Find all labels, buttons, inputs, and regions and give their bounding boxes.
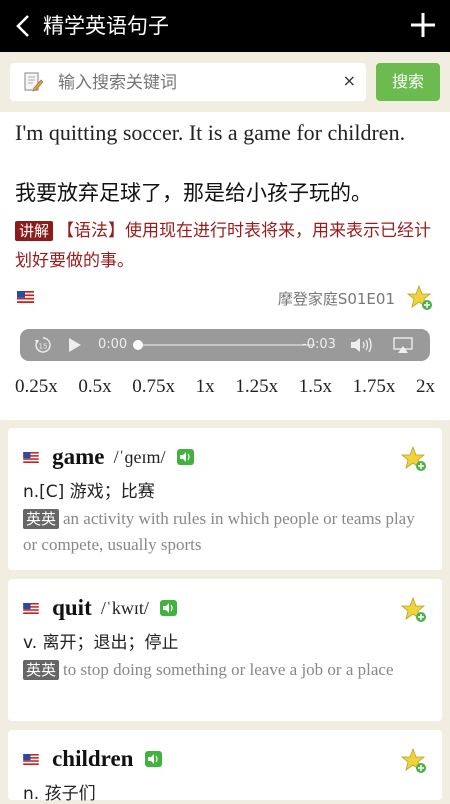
word-header: children (23, 746, 162, 776)
word-text: game (52, 444, 105, 469)
word-card-children[interactable]: children n. 孩子们 (8, 730, 442, 804)
word-header: game /ˈɡeɪm/ (23, 444, 194, 474)
remaining-time: -0:03 (302, 337, 336, 352)
page-title: 精学英语句子 (43, 14, 169, 38)
phonetic: /ˈkwɪt/ (100, 597, 149, 618)
progress-track[interactable] (137, 344, 315, 346)
audio-player: 15 0:00 -0:03 (20, 329, 430, 361)
ee-tag: 英英 (23, 509, 60, 529)
favorite-star-icon[interactable] (400, 596, 428, 624)
volume-icon[interactable] (350, 337, 374, 353)
rewind-15-icon[interactable]: 15 (34, 336, 52, 354)
pronounce-speaker-icon[interactable] (144, 751, 162, 767)
english-sentence: I'm quitting soccer. It is a game for ch… (15, 120, 406, 145)
word-text: children (52, 746, 134, 771)
explain-tag: 讲解 (15, 221, 54, 241)
elapsed-time: 0:00 (98, 337, 128, 352)
search-input[interactable] (56, 63, 330, 103)
speed-option[interactable]: 1.75x (353, 376, 396, 402)
clear-icon[interactable]: × (343, 71, 356, 90)
source-label: 摩登家庭S01E01 (277, 290, 395, 308)
us-flag-icon (23, 602, 39, 614)
search-button[interactable]: 搜索 (376, 63, 440, 101)
grammar-note-text: 【语法】使用现在进行时表将来，用来表示已经计划好要做的事。 (15, 221, 432, 271)
speed-option[interactable]: 2x (416, 376, 435, 402)
favorite-star-icon[interactable] (400, 747, 428, 775)
us-flag-icon (23, 451, 39, 463)
speed-option[interactable]: 0.5x (78, 376, 111, 402)
definition-text: an activity with rules in which people o… (23, 509, 415, 554)
pronounce-speaker-icon[interactable] (176, 449, 194, 465)
part-of-speech: n.[C] 游戏；比赛 (23, 482, 155, 502)
chinese-translation: 我要放弃足球了，那是给小孩子玩的。 (15, 181, 372, 205)
play-icon[interactable] (68, 337, 82, 353)
speed-option[interactable]: 1.5x (299, 376, 332, 402)
part-of-speech: v. 离开；退出；停止 (23, 633, 179, 653)
rewind-15-text: 15 (39, 343, 48, 351)
notepad-icon (24, 72, 44, 92)
favorite-star-icon[interactable] (400, 445, 428, 473)
us-flag-icon (17, 291, 34, 303)
grammar-note: 讲解 【语法】使用现在进行时表将来，用来表示已经计划好要做的事。 (15, 216, 435, 276)
speed-option[interactable]: 1.25x (235, 376, 278, 402)
search-bar: × 搜索 (0, 52, 450, 112)
back-arrow-icon[interactable] (12, 13, 36, 39)
airplay-icon[interactable] (393, 337, 413, 354)
word-header: quit /ˈkwɪt/ (23, 595, 177, 625)
add-icon[interactable] (410, 12, 436, 38)
top-bar: 精学英语句子 (0, 0, 450, 52)
speed-option[interactable]: 0.25x (15, 376, 58, 402)
pronounce-speaker-icon[interactable] (159, 600, 177, 616)
part-of-speech: n. 孩子们 (23, 784, 96, 804)
definition-text: to stop doing something or leave a job o… (63, 660, 394, 679)
ee-tag: 英英 (23, 660, 60, 680)
sentence-card: I'm quitting soccer. It is a game for ch… (0, 112, 450, 420)
english-definition: 英英 to stop doing something or leave a job… (23, 657, 423, 683)
speed-option[interactable]: 1x (196, 376, 215, 402)
speed-option[interactable]: 0.75x (132, 376, 175, 402)
english-definition: 英英 an activity with rules in which people… (23, 506, 423, 558)
us-flag-icon (23, 753, 39, 765)
progress-knob[interactable] (133, 340, 143, 350)
search-box: × (10, 63, 366, 103)
word-text: quit (52, 595, 92, 620)
phonetic: /ˈɡeɪm/ (113, 446, 166, 467)
word-card-quit[interactable]: quit /ˈkwɪt/ v. 离开；退出；停止 英英 to stop doing… (8, 579, 442, 721)
word-card-game[interactable]: game /ˈɡeɪm/ n.[C] 游戏；比赛 英英 an activity w… (8, 428, 442, 570)
favorite-star-icon[interactable] (406, 284, 434, 312)
speed-options: 0.25x 0.5x 0.75x 1x 1.25x 1.5x 1.75x 2x (15, 376, 435, 402)
